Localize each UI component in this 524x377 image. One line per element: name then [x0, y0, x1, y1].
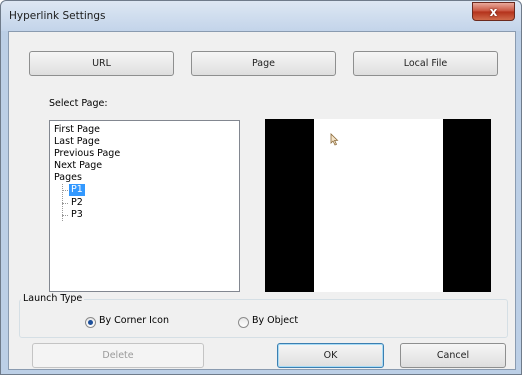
- dialog-window: Hyperlink Settings x URL Page Local File…: [0, 0, 522, 375]
- select-page-label: Select Page:: [49, 98, 108, 109]
- tree-item-next-page[interactable]: Next Page: [54, 160, 102, 172]
- window-title: Hyperlink Settings: [9, 10, 106, 22]
- by-object-label[interactable]: By Object: [252, 315, 298, 326]
- tree-item-last-page[interactable]: Last Page: [54, 136, 100, 148]
- close-icon: x: [489, 4, 498, 19]
- ok-button[interactable]: OK: [277, 343, 384, 368]
- by-object-radio[interactable]: [238, 317, 249, 328]
- cancel-button[interactable]: Cancel: [400, 343, 506, 368]
- by-corner-icon-label[interactable]: By Corner Icon: [99, 315, 169, 326]
- launch-type-title: Launch Type: [21, 293, 85, 304]
- tree-item-p1[interactable]: P1: [69, 184, 85, 196]
- tree-item-first-page[interactable]: First Page: [54, 124, 100, 136]
- corner-icon: [330, 133, 339, 146]
- tree-connector: [62, 190, 68, 191]
- tree-item-p2[interactable]: P2: [71, 197, 83, 209]
- launch-type-group: Launch Type By Corner Icon By Object: [19, 293, 508, 338]
- tree-item-p3[interactable]: P3: [71, 209, 83, 221]
- delete-button[interactable]: Delete: [32, 343, 204, 368]
- by-corner-icon-radio[interactable]: [85, 317, 96, 328]
- preview-page: [314, 119, 443, 292]
- tree-item-pages[interactable]: Pages: [54, 172, 82, 184]
- dialog-client-area: URL Page Local File Select Page: First P…: [8, 31, 516, 370]
- local-file-button[interactable]: Local File: [353, 51, 498, 76]
- page-preview: [265, 119, 491, 292]
- page-tree[interactable]: First Page Last Page Previous Page Next …: [49, 120, 240, 292]
- tree-connector: [62, 203, 68, 204]
- close-button[interactable]: x: [472, 2, 515, 21]
- page-button[interactable]: Page: [191, 51, 336, 76]
- tree-connector: [62, 215, 68, 216]
- title-bar[interactable]: Hyperlink Settings x: [1, 1, 521, 31]
- url-button[interactable]: URL: [29, 51, 174, 76]
- tree-item-previous-page[interactable]: Previous Page: [54, 148, 120, 160]
